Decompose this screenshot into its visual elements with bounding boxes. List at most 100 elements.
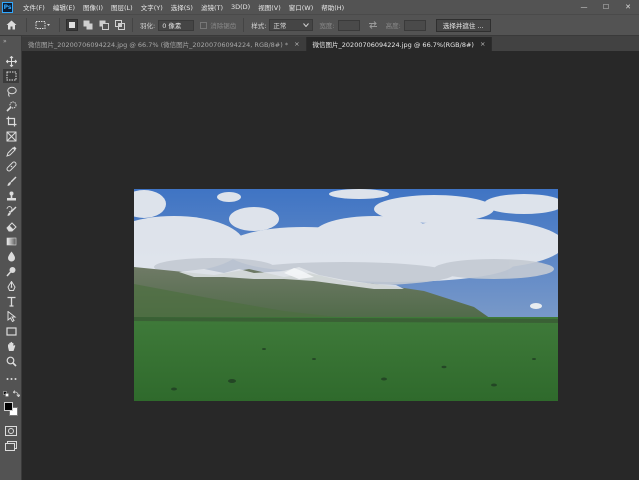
antialias-label: 消除锯齿	[210, 22, 237, 30]
lasso-icon	[6, 86, 17, 97]
menu-type[interactable]: 文字(Y)	[137, 2, 167, 12]
add-to-selection-button[interactable]	[82, 19, 94, 31]
type-icon	[7, 296, 15, 307]
pen-tool[interactable]	[3, 279, 19, 293]
menu-help[interactable]: 帮助(H)	[317, 2, 348, 12]
swap-colors-button[interactable]	[12, 390, 21, 398]
intersect-selection-button[interactable]	[114, 19, 126, 31]
bandage-icon	[6, 161, 16, 171]
more-dots-icon	[6, 378, 16, 380]
default-colors-button[interactable]	[3, 391, 9, 397]
default-colors-icon	[3, 391, 9, 397]
new-selection-button[interactable]	[66, 19, 78, 31]
menu-filter[interactable]: 滤镜(T)	[197, 2, 227, 12]
rectangle-shape-icon	[5, 326, 17, 336]
rectangle-tool[interactable]	[3, 324, 19, 338]
tools-panel: »	[0, 36, 22, 480]
select-and-mask-button[interactable]: 选择并遮住 ...	[435, 18, 491, 32]
blur-tool[interactable]	[3, 249, 19, 263]
history-brush-icon	[6, 205, 16, 216]
separator	[59, 18, 60, 32]
magnifier-icon	[6, 356, 17, 367]
swap-dimensions-button[interactable]	[364, 19, 382, 31]
crop-tool[interactable]	[3, 114, 19, 128]
maximize-button[interactable]: ☐	[595, 0, 617, 14]
height-label: 高度:	[385, 22, 401, 30]
minimize-button[interactable]: —	[573, 0, 595, 14]
separator	[26, 18, 27, 32]
history-brush-tool[interactable]	[3, 204, 19, 218]
frame-tool[interactable]	[3, 129, 19, 143]
canvas-workspace[interactable]	[22, 51, 639, 480]
marquee-icon	[6, 71, 16, 81]
feather-input[interactable]: 0 像素	[158, 19, 195, 31]
subtract-from-selection-button[interactable]	[98, 19, 110, 31]
tab-document-1[interactable]: 微信图片_20200706094224.jpg @ 66.7% (微信图片_20…	[22, 37, 307, 51]
menu-window[interactable]: 窗口(W)	[285, 2, 318, 12]
edit-toolbar-button[interactable]	[3, 372, 19, 386]
menu-file[interactable]: 文件(F)	[19, 2, 49, 12]
screen-mode-button[interactable]	[3, 439, 19, 453]
style-select-value: 正常	[273, 22, 287, 30]
path-selection-tool[interactable]	[3, 309, 19, 323]
eraser-tool[interactable]	[3, 219, 19, 233]
height-input[interactable]	[403, 19, 426, 31]
quick-mask-button[interactable]	[3, 424, 19, 438]
eyedropper-tool[interactable]	[3, 144, 19, 158]
type-tool[interactable]	[3, 294, 19, 308]
tab-label: 微信图片_20200706094224.jpg @ 66.7%(RGB/8#)	[312, 41, 474, 49]
menu-view[interactable]: 视图(V)	[254, 2, 285, 12]
swap-arrows-icon	[368, 21, 377, 29]
menu-layer[interactable]: 图层(L)	[107, 2, 137, 12]
dodge-icon	[5, 266, 15, 276]
healing-brush-tool[interactable]	[3, 159, 19, 173]
document-tabs: 微信图片_20200706094224.jpg @ 66.7% (微信图片_20…	[22, 36, 639, 51]
foreground-color-swatch[interactable]	[4, 402, 13, 411]
antialias-checkbox[interactable]	[200, 21, 208, 29]
pen-icon	[6, 280, 16, 291]
menu-select[interactable]: 选择(S)	[167, 2, 197, 12]
hand-tool[interactable]	[3, 339, 19, 353]
brush-tool[interactable]	[3, 174, 19, 188]
style-label: 样式:	[251, 22, 267, 30]
intersect-selection-icon	[115, 20, 125, 30]
dodge-tool[interactable]	[3, 264, 19, 278]
lasso-tool[interactable]	[3, 84, 19, 98]
home-icon	[6, 20, 16, 30]
gradient-tool[interactable]	[3, 234, 19, 248]
new-selection-icon	[69, 22, 75, 28]
move-tool[interactable]	[3, 54, 19, 68]
toolbar-collapse-button[interactable]: »	[0, 36, 21, 46]
separator	[243, 18, 245, 32]
quick-selection-tool[interactable]	[3, 99, 19, 113]
move-icon	[5, 55, 17, 67]
feather-label: 羽化:	[140, 22, 156, 30]
tool-preset-picker[interactable]	[31, 17, 55, 33]
menu-edit[interactable]: 编辑(E)	[49, 2, 79, 12]
width-label: 宽度:	[319, 22, 335, 30]
close-icon[interactable]: ×	[294, 40, 299, 48]
photoshop-logo: Ps	[2, 1, 13, 13]
canvas-image-landscape[interactable]	[134, 189, 558, 401]
quick-mask-icon	[5, 426, 17, 436]
add-selection-icon	[83, 20, 93, 30]
clone-stamp-tool[interactable]	[3, 189, 19, 203]
window-controls: — ☐ ✕	[573, 0, 639, 14]
style-select[interactable]: 正常	[269, 19, 314, 31]
stamp-icon	[6, 191, 16, 200]
eraser-icon	[5, 221, 17, 231]
screen-mode-icon	[5, 441, 17, 451]
home-button[interactable]	[0, 15, 22, 35]
tab-document-2[interactable]: 微信图片_20200706094224.jpg @ 66.7%(RGB/8#) …	[306, 37, 493, 51]
close-window-button[interactable]: ✕	[617, 0, 639, 14]
menu-3d[interactable]: 3D(D)	[227, 3, 254, 11]
subtract-selection-icon	[99, 20, 109, 30]
width-input[interactable]	[337, 19, 360, 31]
rectangular-marquee-tool[interactable]	[3, 69, 19, 83]
close-icon[interactable]: ×	[480, 40, 485, 48]
menu-image[interactable]: 图像(I)	[79, 2, 107, 12]
brush-icon	[7, 176, 16, 186]
zoom-tool[interactable]	[3, 354, 19, 368]
water-drop-icon	[7, 251, 15, 261]
quick-selection-icon	[5, 101, 16, 112]
